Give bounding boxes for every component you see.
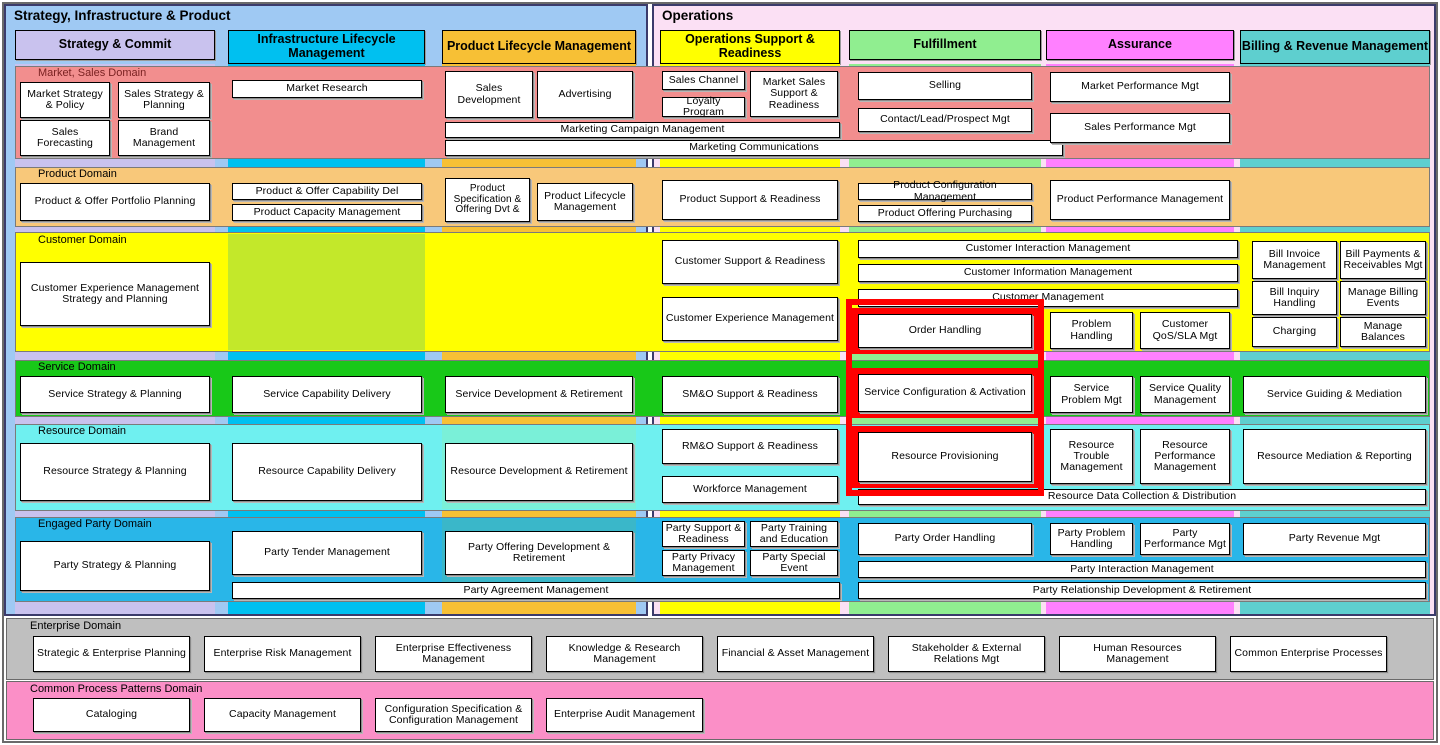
process-service-configuration-activation-highlighted[interactable]: Service Configuration & Activation <box>858 374 1032 412</box>
diagram-outer-frame <box>2 2 1438 743</box>
process-order-handling-highlighted[interactable]: Order Handling <box>858 314 1032 348</box>
process-label: Resource Provisioning <box>891 450 999 463</box>
process-label: Service Configuration & Activation <box>864 386 1026 399</box>
process-label: Order Handling <box>908 324 982 337</box>
etom-framework-diagram: Strategy, Infrastructure & Product Opera… <box>0 0 1440 745</box>
process-resource-provisioning-highlighted[interactable]: Resource Provisioning <box>858 432 1032 482</box>
